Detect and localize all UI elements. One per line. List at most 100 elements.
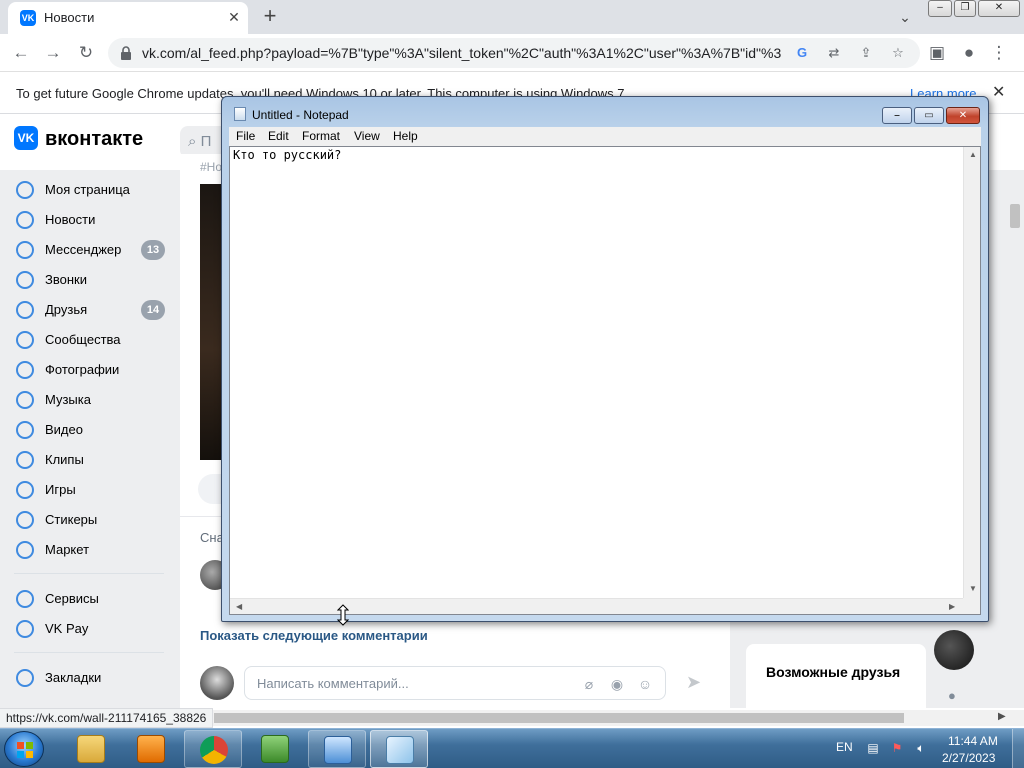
chat-icon — [16, 241, 34, 259]
sidebar-item[interactable]: Видео — [14, 418, 170, 442]
profile-avatar-icon[interactable]: ● — [956, 40, 982, 66]
post-hashtag[interactable]: #Но — [200, 160, 222, 174]
side-panel-icon[interactable]: ▣ — [924, 40, 950, 66]
notepad-vertical-scrollbar[interactable]: ▲ ▼ — [963, 147, 980, 598]
page-scrollbar[interactable] — [1010, 184, 1022, 228]
restore-button[interactable]: ❐ — [954, 0, 976, 17]
sidebar-item[interactable]: Сообщества — [14, 328, 170, 352]
camera-icon[interactable]: ◉ — [607, 674, 627, 694]
clock-date[interactable]: 2/27/2023 — [942, 751, 995, 765]
url-text[interactable]: vk.com/al_feed.php?payload=%7B"type"%3A"… — [142, 45, 782, 61]
new-tab-button[interactable]: + — [258, 4, 282, 28]
sidebar-item-label: Новости — [45, 212, 96, 227]
minimize-button[interactable]: – — [928, 0, 952, 17]
tab-search-chevron-icon[interactable]: ⌄ — [894, 6, 916, 28]
notepad-titlebar[interactable]: Untitled - Notepad – ▭ ✕ — [222, 97, 988, 125]
translate-icon[interactable]: ⇄ — [824, 43, 844, 63]
menu-kebab-icon[interactable]: ⋮ — [986, 40, 1012, 66]
taskbar-explorer[interactable] — [62, 730, 120, 768]
comment-input[interactable]: Написать комментарий... ⌀ ◉ ☺ — [244, 666, 666, 700]
taskbar-notepad[interactable] — [370, 730, 428, 768]
infobar-close-icon[interactable]: ✕ — [992, 82, 1005, 102]
sidebar-item-label: VK Pay — [45, 621, 89, 636]
notepad-content[interactable]: Кто то русский? — [233, 148, 341, 162]
show-more-comments-link[interactable]: Показать следующие комментарии — [200, 628, 428, 643]
start-button[interactable] — [4, 731, 44, 767]
sidebar-item[interactable]: Новости — [14, 208, 170, 232]
tab-strip: VK Новости ✕ + ⌄ – ❐ ✕ — [0, 0, 1024, 34]
back-arrow-icon[interactable]: ← — [8, 40, 34, 66]
size-grip[interactable] — [963, 598, 980, 614]
horizontal-scrollbar[interactable]: ▶ — [210, 710, 1024, 726]
browser-tab[interactable]: VK Новости ✕ — [8, 2, 248, 34]
scroll-up-arrow-icon[interactable]: ▲ — [969, 150, 977, 159]
menu-format[interactable]: Format — [302, 129, 340, 143]
language-indicator[interactable]: EN — [836, 740, 853, 754]
chat-avatar[interactable] — [934, 630, 974, 670]
sidebar-divider — [14, 652, 164, 653]
scroll-right-arrow-icon[interactable]: ▶ — [949, 602, 955, 611]
tray-network-icon[interactable]: ▤ — [866, 741, 880, 755]
attach-icon[interactable]: ⌀ — [579, 674, 599, 694]
menu-edit[interactable]: Edit — [268, 129, 289, 143]
sidebar-item[interactable]: Моя страница — [14, 178, 170, 202]
horizontal-scrollbar-thumb[interactable] — [214, 713, 904, 723]
lock-icon[interactable] — [120, 46, 132, 60]
sidebar-item[interactable]: VK Pay — [14, 617, 170, 641]
sidebar-item[interactable]: Фотографии — [14, 358, 170, 382]
close-button[interactable]: ✕ — [978, 0, 1020, 17]
menu-file[interactable]: File — [236, 129, 255, 143]
chrome-icon — [200, 736, 228, 764]
sidebar-item[interactable]: Музыка — [14, 388, 170, 412]
taskbar-media-player[interactable] — [122, 730, 180, 768]
sidebar-item[interactable]: Мессенджер 13 — [14, 238, 170, 262]
taskbar-csharp[interactable] — [246, 730, 304, 768]
phone-icon — [16, 271, 34, 289]
sidebar-item[interactable]: Звонки — [14, 268, 170, 292]
status-bar-url: https://vk.com/wall-211174165_38826 — [0, 708, 214, 728]
sidebar-item-label: Игры — [45, 482, 76, 497]
show-desktop-button[interactable] — [1012, 729, 1024, 768]
notepad-icon — [386, 736, 414, 764]
scroll-left-arrow-icon[interactable]: ◀ — [236, 602, 242, 611]
notepad-close-button[interactable]: ✕ — [946, 107, 980, 124]
reload-icon[interactable]: ↻ — [73, 40, 99, 66]
sidebar-item[interactable]: Друзья 14 — [14, 298, 170, 322]
vk-favicon-icon: VK — [20, 10, 36, 26]
share-icon[interactable]: ⇪ — [856, 43, 876, 63]
send-icon[interactable]: ➤ — [686, 672, 701, 693]
forward-arrow-icon[interactable]: → — [40, 40, 66, 66]
emoji-icon[interactable]: ☺ — [635, 674, 655, 694]
services-icon — [16, 590, 34, 608]
scroll-right-arrow-icon[interactable]: ▶ — [998, 711, 1006, 722]
google-icon[interactable]: G — [792, 43, 812, 63]
taskbar-chrome[interactable] — [184, 730, 242, 768]
sidebar-item[interactable]: Маркет — [14, 538, 170, 562]
sidebar-item[interactable]: Клипы — [14, 448, 170, 472]
tab-close-icon[interactable]: ✕ — [224, 7, 244, 27]
notepad-maximize-button[interactable]: ▭ — [914, 107, 944, 124]
menu-help[interactable]: Help — [393, 129, 418, 143]
csharp-icon — [261, 735, 289, 763]
sidebar-item[interactable]: Сервисы — [14, 587, 170, 611]
scroll-down-arrow-icon[interactable]: ▼ — [969, 584, 977, 593]
bookmark-star-icon[interactable]: ☆ — [888, 43, 908, 63]
clips-icon — [16, 451, 34, 469]
sidebar-item[interactable]: Стикеры — [14, 508, 170, 532]
taskbar-control-panel[interactable] — [308, 730, 366, 768]
sidebar-item[interactable]: Закладки — [14, 666, 170, 690]
clock-time[interactable]: 11:44 AM — [948, 734, 998, 748]
page-scrollbar-thumb[interactable] — [1010, 204, 1020, 228]
windows-taskbar: EN ▤ ⚑ 🔈︎ 11:44 AM 2/27/2023 — [0, 728, 1024, 768]
sidebar-item[interactable]: Игры — [14, 478, 170, 502]
tray-volume-icon[interactable]: 🔈︎ — [914, 741, 928, 755]
chat-bubble-icon[interactable]: ● — [948, 688, 956, 703]
notepad-text-area[interactable]: Кто то русский? ▲ ▼ ◀ ▶ — [229, 146, 981, 615]
menu-view[interactable]: View — [354, 129, 380, 143]
address-bar[interactable]: vk.com/al_feed.php?payload=%7B"type"%3A"… — [108, 38, 920, 68]
notepad-window[interactable]: Untitled - Notepad – ▭ ✕ File Edit Format V… — [221, 96, 989, 622]
notepad-app-icon[interactable] — [234, 107, 246, 121]
sidebar-item-label: Звонки — [45, 272, 87, 287]
notepad-minimize-button[interactable]: – — [882, 107, 912, 124]
tray-action-center-icon[interactable]: ⚑ — [890, 741, 904, 755]
